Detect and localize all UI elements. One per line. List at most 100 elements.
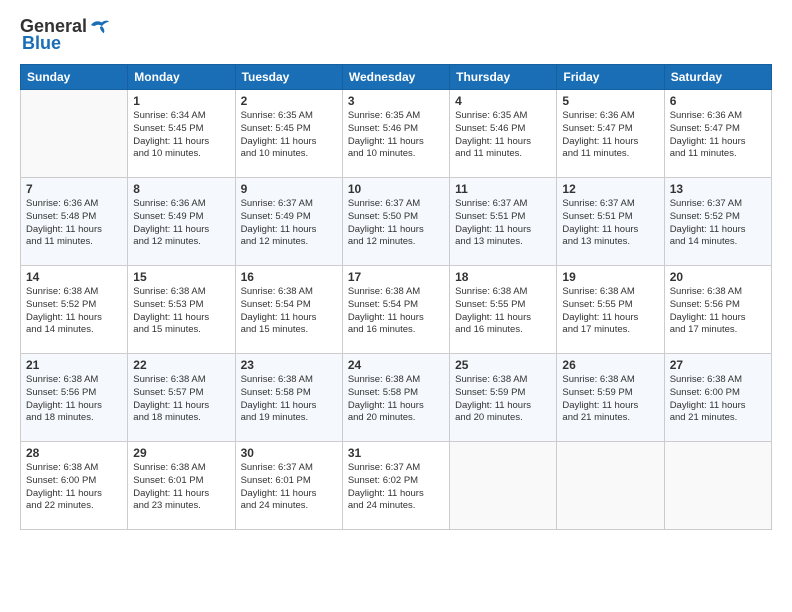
calendar-cell (557, 442, 664, 530)
calendar-cell: 11 Sunrise: 6:37 AM Sunset: 5:51 PM Dayli… (450, 178, 557, 266)
calendar-cell: 26 Sunrise: 6:38 AM Sunset: 5:59 PM Dayli… (557, 354, 664, 442)
day-info: Sunrise: 6:38 AM Sunset: 5:54 PM Dayligh… (241, 286, 337, 337)
weekday-header-saturday: Saturday (664, 65, 771, 90)
day-number: 15 (133, 270, 229, 284)
day-number: 12 (562, 182, 658, 196)
calendar-cell: 16 Sunrise: 6:38 AM Sunset: 5:54 PM Dayli… (235, 266, 342, 354)
calendar-week-row: 14 Sunrise: 6:38 AM Sunset: 5:52 PM Dayli… (21, 266, 772, 354)
calendar-cell: 23 Sunrise: 6:38 AM Sunset: 5:58 PM Dayli… (235, 354, 342, 442)
calendar-cell: 1 Sunrise: 6:34 AM Sunset: 5:45 PM Daylig… (128, 90, 235, 178)
day-info: Sunrise: 6:36 AM Sunset: 5:49 PM Dayligh… (133, 198, 229, 249)
day-number: 30 (241, 446, 337, 460)
day-number: 18 (455, 270, 551, 284)
day-number: 4 (455, 94, 551, 108)
day-info: Sunrise: 6:38 AM Sunset: 6:00 PM Dayligh… (670, 374, 766, 425)
day-info: Sunrise: 6:38 AM Sunset: 5:52 PM Dayligh… (26, 286, 122, 337)
calendar-cell: 20Sunrise: 6:38 AM Sunset: 5:56 PM Dayli… (664, 266, 771, 354)
logo: General Blue (20, 16, 111, 54)
day-number: 5 (562, 94, 658, 108)
calendar-week-row: 7Sunrise: 6:36 AM Sunset: 5:48 PM Daylig… (21, 178, 772, 266)
calendar-week-row: 28 Sunrise: 6:38 AM Sunset: 6:00 PM Dayli… (21, 442, 772, 530)
weekday-header-thursday: Thursday (450, 65, 557, 90)
day-info: Sunrise: 6:35 AM Sunset: 5:46 PM Dayligh… (455, 110, 551, 161)
day-number: 3 (348, 94, 444, 108)
day-number: 13 (670, 182, 766, 196)
day-info: Sunrise: 6:37 AM Sunset: 5:52 PM Dayligh… (670, 198, 766, 249)
calendar-cell: 10Sunrise: 6:37 AM Sunset: 5:50 PM Dayli… (342, 178, 449, 266)
calendar-cell: 25Sunrise: 6:38 AM Sunset: 5:59 PM Dayli… (450, 354, 557, 442)
calendar-cell: 12 Sunrise: 6:37 AM Sunset: 5:51 PM Dayli… (557, 178, 664, 266)
calendar-cell: 24Sunrise: 6:38 AM Sunset: 5:58 PM Dayli… (342, 354, 449, 442)
day-info: Sunrise: 6:38 AM Sunset: 5:58 PM Dayligh… (241, 374, 337, 425)
day-number: 11 (455, 182, 551, 196)
day-info: Sunrise: 6:38 AM Sunset: 5:59 PM Dayligh… (562, 374, 658, 425)
day-info: Sunrise: 6:37 AM Sunset: 5:51 PM Dayligh… (455, 198, 551, 249)
calendar-cell: 4 Sunrise: 6:35 AM Sunset: 5:46 PM Daylig… (450, 90, 557, 178)
day-number: 19 (562, 270, 658, 284)
day-number: 10 (348, 182, 444, 196)
day-number: 16 (241, 270, 337, 284)
day-info: Sunrise: 6:38 AM Sunset: 6:01 PM Dayligh… (133, 462, 229, 513)
day-number: 7 (26, 182, 122, 196)
day-number: 25 (455, 358, 551, 372)
calendar-cell: 21 Sunrise: 6:38 AM Sunset: 5:56 PM Dayli… (21, 354, 128, 442)
weekday-header-sunday: Sunday (21, 65, 128, 90)
calendar-cell: 9 Sunrise: 6:37 AM Sunset: 5:49 PM Daylig… (235, 178, 342, 266)
calendar-cell: 30 Sunrise: 6:37 AM Sunset: 6:01 PM Dayli… (235, 442, 342, 530)
calendar-cell: 22 Sunrise: 6:38 AM Sunset: 5:57 PM Dayli… (128, 354, 235, 442)
day-number: 9 (241, 182, 337, 196)
day-number: 29 (133, 446, 229, 460)
day-info: Sunrise: 6:38 AM Sunset: 5:55 PM Dayligh… (455, 286, 551, 337)
calendar-cell: 6Sunrise: 6:36 AM Sunset: 5:47 PM Daylig… (664, 90, 771, 178)
calendar-cell: 18 Sunrise: 6:38 AM Sunset: 5:55 PM Dayli… (450, 266, 557, 354)
weekday-header-tuesday: Tuesday (235, 65, 342, 90)
logo-blue-text: Blue (22, 33, 61, 54)
calendar-table: SundayMondayTuesdayWednesdayThursdayFrid… (20, 64, 772, 530)
day-info: Sunrise: 6:37 AM Sunset: 5:49 PM Dayligh… (241, 198, 337, 249)
weekday-header-friday: Friday (557, 65, 664, 90)
day-number: 21 (26, 358, 122, 372)
day-info: Sunrise: 6:34 AM Sunset: 5:45 PM Dayligh… (133, 110, 229, 161)
day-number: 17 (348, 270, 444, 284)
calendar-cell: 13 Sunrise: 6:37 AM Sunset: 5:52 PM Dayli… (664, 178, 771, 266)
calendar-cell: 29 Sunrise: 6:38 AM Sunset: 6:01 PM Dayli… (128, 442, 235, 530)
day-info: Sunrise: 6:38 AM Sunset: 6:00 PM Dayligh… (26, 462, 122, 513)
day-number: 22 (133, 358, 229, 372)
day-info: Sunrise: 6:38 AM Sunset: 5:53 PM Dayligh… (133, 286, 229, 337)
day-info: Sunrise: 6:37 AM Sunset: 6:01 PM Dayligh… (241, 462, 337, 513)
logo-bird-icon (89, 18, 111, 36)
day-info: Sunrise: 6:38 AM Sunset: 5:57 PM Dayligh… (133, 374, 229, 425)
day-number: 2 (241, 94, 337, 108)
day-number: 26 (562, 358, 658, 372)
day-number: 14 (26, 270, 122, 284)
day-info: Sunrise: 6:35 AM Sunset: 5:46 PM Dayligh… (348, 110, 444, 161)
weekday-header-monday: Monday (128, 65, 235, 90)
calendar-cell: 28 Sunrise: 6:38 AM Sunset: 6:00 PM Dayli… (21, 442, 128, 530)
calendar-cell: 17 Sunrise: 6:38 AM Sunset: 5:54 PM Dayli… (342, 266, 449, 354)
day-number: 8 (133, 182, 229, 196)
calendar-cell: 5 Sunrise: 6:36 AM Sunset: 5:47 PM Daylig… (557, 90, 664, 178)
calendar-cell: 31Sunrise: 6:37 AM Sunset: 6:02 PM Dayli… (342, 442, 449, 530)
day-number: 28 (26, 446, 122, 460)
calendar-cell: 2 Sunrise: 6:35 AM Sunset: 5:45 PM Daylig… (235, 90, 342, 178)
calendar-cell (664, 442, 771, 530)
day-number: 27 (670, 358, 766, 372)
calendar-week-row: 21 Sunrise: 6:38 AM Sunset: 5:56 PM Dayli… (21, 354, 772, 442)
day-info: Sunrise: 6:37 AM Sunset: 5:51 PM Dayligh… (562, 198, 658, 249)
day-info: Sunrise: 6:38 AM Sunset: 5:54 PM Dayligh… (348, 286, 444, 337)
calendar-cell: 7Sunrise: 6:36 AM Sunset: 5:48 PM Daylig… (21, 178, 128, 266)
calendar-cell: 19Sunrise: 6:38 AM Sunset: 5:55 PM Dayli… (557, 266, 664, 354)
day-info: Sunrise: 6:38 AM Sunset: 5:58 PM Dayligh… (348, 374, 444, 425)
day-info: Sunrise: 6:36 AM Sunset: 5:47 PM Dayligh… (670, 110, 766, 161)
day-info: Sunrise: 6:36 AM Sunset: 5:47 PM Dayligh… (562, 110, 658, 161)
calendar-cell: 14 Sunrise: 6:38 AM Sunset: 5:52 PM Dayli… (21, 266, 128, 354)
day-number: 20 (670, 270, 766, 284)
calendar-cell: 3 Sunrise: 6:35 AM Sunset: 5:46 PM Daylig… (342, 90, 449, 178)
calendar-cell (21, 90, 128, 178)
weekday-header-row: SundayMondayTuesdayWednesdayThursdayFrid… (21, 65, 772, 90)
calendar-week-row: 1 Sunrise: 6:34 AM Sunset: 5:45 PM Daylig… (21, 90, 772, 178)
day-number: 23 (241, 358, 337, 372)
day-info: Sunrise: 6:35 AM Sunset: 5:45 PM Dayligh… (241, 110, 337, 161)
day-info: Sunrise: 6:38 AM Sunset: 5:56 PM Dayligh… (26, 374, 122, 425)
day-number: 1 (133, 94, 229, 108)
